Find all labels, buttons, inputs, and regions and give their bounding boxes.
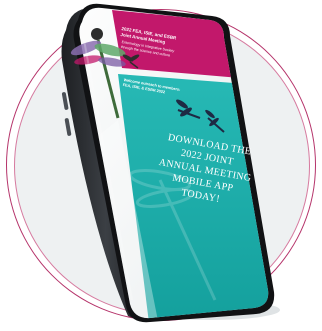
promo-graphic: 2022 FEA, ISIE, and ESBR Joint Annual Me…	[0, 0, 322, 331]
volume-up-button	[61, 92, 69, 110]
volume-down-button	[64, 118, 72, 136]
